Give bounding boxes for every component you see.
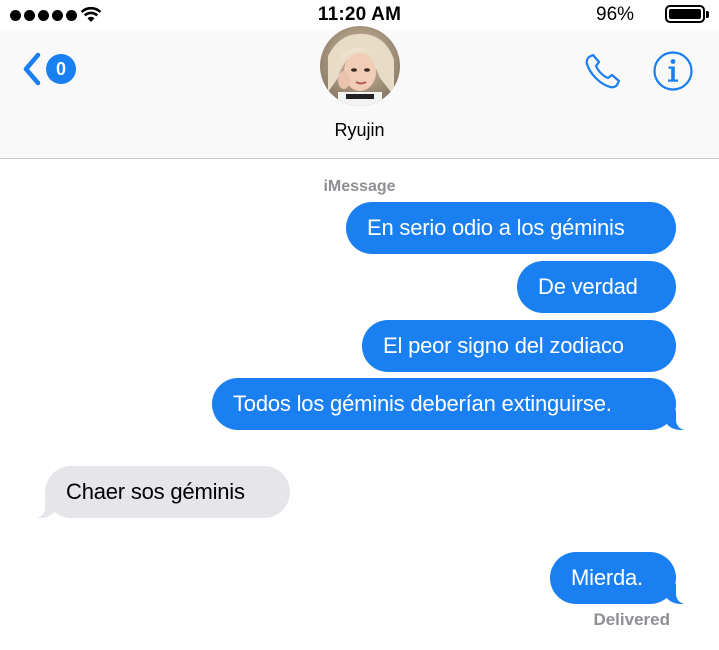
avatar-photo — [320, 26, 400, 106]
outgoing-message-bubble[interactable]: Todos los géminis deberían extinguirse. — [212, 378, 690, 430]
info-icon[interactable] — [652, 50, 694, 92]
unread-count-badge: 0 — [46, 54, 76, 84]
service-label: iMessage — [323, 178, 396, 195]
back-chevron-icon — [23, 52, 41, 86]
battery-percent: 96% — [596, 4, 635, 25]
message-text: Todos los géminis deberían extinguirse. — [233, 391, 612, 416]
message-text: Mierda. — [571, 565, 643, 590]
delivery-status: Delivered — [593, 610, 670, 629]
contact-avatar[interactable] — [320, 26, 400, 106]
outgoing-message-bubble[interactable]: De verdad — [517, 261, 676, 313]
incoming-message-bubble[interactable]: Chaer sos géminis — [31, 466, 290, 518]
message-text: El peor signo del zodiaco — [383, 333, 624, 358]
outgoing-message-bubble[interactable]: El peor signo del zodiaco — [362, 320, 676, 372]
battery-icon — [665, 5, 705, 23]
phone-icon[interactable] — [582, 52, 622, 92]
conversation-header: 0 Ryujin — [0, 26, 719, 159]
contact-name[interactable]: Ryujin — [0, 120, 719, 141]
message-text: Chaer sos géminis — [66, 479, 245, 504]
message-text: De verdad — [538, 274, 638, 299]
battery-tip — [706, 11, 709, 18]
outgoing-message-bubble[interactable]: En serio odio a los géminis — [346, 202, 676, 254]
back-button[interactable]: 0 — [22, 52, 76, 86]
message-text: En serio odio a los géminis — [367, 215, 625, 240]
outgoing-message-bubble[interactable]: Mierda. — [550, 552, 690, 604]
